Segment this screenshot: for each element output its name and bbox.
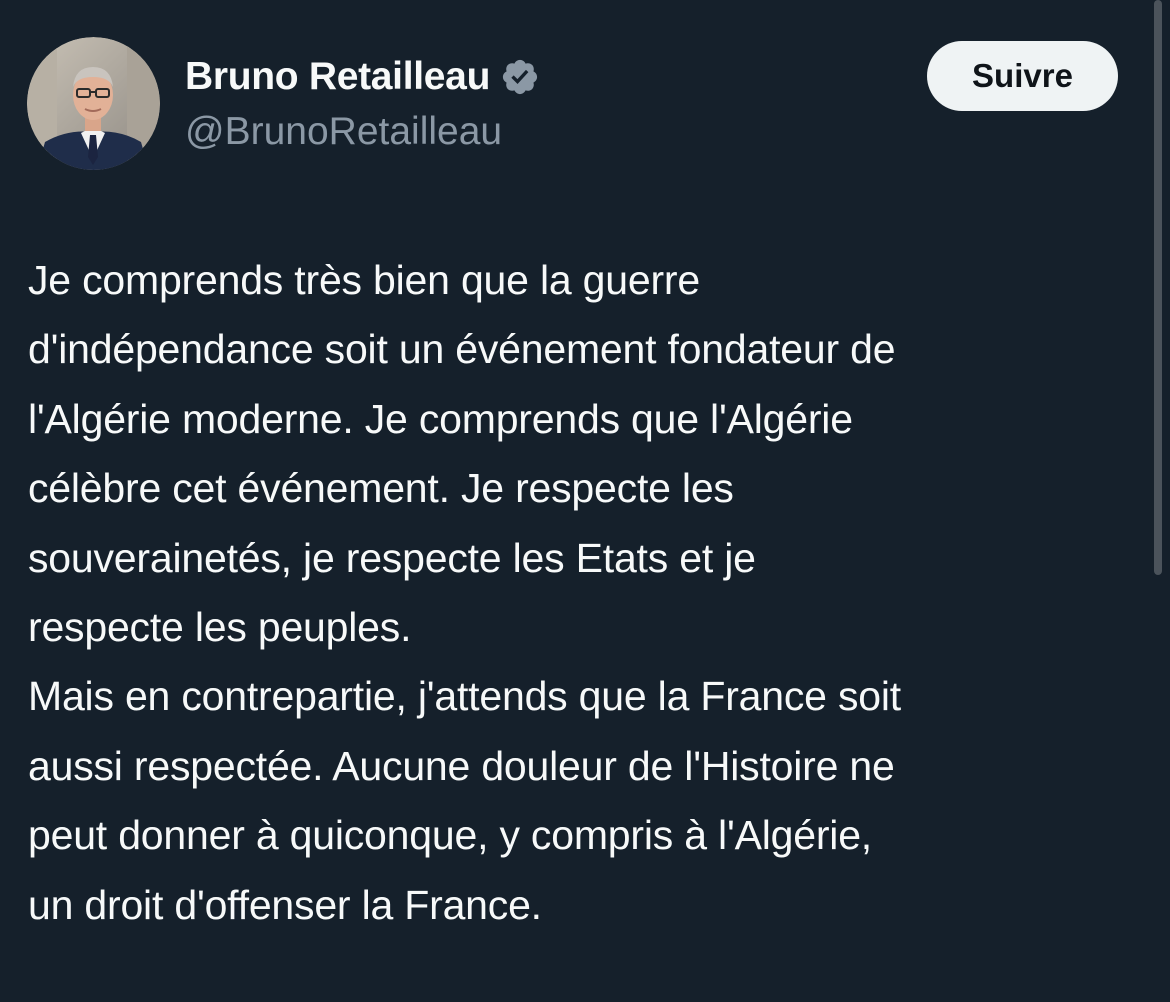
tweet-text-line: célèbre cet événement. Je respecte les [28,465,734,512]
display-name[interactable]: Bruno Retailleau [185,52,490,102]
tweet-card: Bruno Retailleau @BrunoRetailleau Suivre… [0,0,1170,1002]
tweet-text-line: d'indépendance soit un événement fondate… [28,326,896,373]
tweet-text-line: l'Algérie moderne. Je comprends que l'Al… [28,395,853,442]
tweet-text-line: Mais en contrepartie, j'attends que la F… [28,673,901,720]
avatar[interactable] [27,37,160,170]
tweet-text-line: aussi respectée. Aucune douleur de l'His… [28,742,895,789]
tweet-text-line: peut donner à quiconque, y compris à l'A… [28,812,872,859]
scrollbar-thumb[interactable] [1154,0,1162,575]
author-name-row: Bruno Retailleau [185,52,540,102]
follow-button[interactable]: Suivre [927,41,1118,111]
tweet-text: Je comprends très bien que la guerre d'i… [28,246,1140,940]
tweet-text-line: Je comprends très bien que la guerre [28,257,700,303]
verified-badge-icon[interactable] [500,57,540,97]
tweet-text-line: un droit d'offenser la France. [28,881,542,928]
user-handle[interactable]: @BrunoRetailleau [185,107,502,157]
tweet-text-line: respecte les peuples. [28,604,412,651]
tweet-text-line: souverainetés, je respecte les Etats et … [28,534,756,581]
avatar-photo [27,37,160,170]
